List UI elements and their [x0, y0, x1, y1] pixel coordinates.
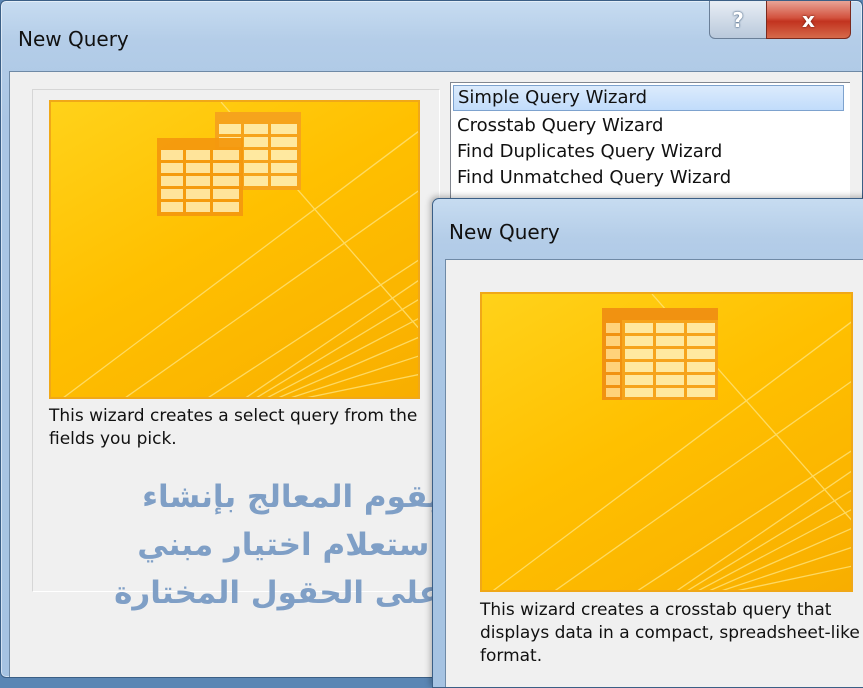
wizard-description: This wizard creates a select query from …: [49, 406, 418, 449]
arabic-line-2: استعلام اختيار مبني: [137, 527, 440, 563]
arabic-line-1: يقوم المعالج بإنشاء: [142, 479, 440, 515]
help-button[interactable]: ?: [709, 1, 767, 39]
dialog-title: New Query: [18, 27, 129, 51]
list-item-crosstab-query-wizard[interactable]: Crosstab Query Wizard: [453, 113, 663, 139]
two-tables-illustration: [63, 102, 418, 397]
preview-panel: This wizard creates a select query from …: [32, 89, 440, 611]
crosstab-table-illustration: [492, 294, 851, 590]
wizard-preview-image: [480, 292, 853, 592]
close-button[interactable]: x: [766, 1, 851, 39]
wizard-preview-image: [49, 100, 420, 399]
new-query-dialog-overlay: New Query This wizard creates a crosstab…: [432, 198, 863, 688]
list-item-find-unmatched-query-wizard[interactable]: Find Unmatched Query Wizard: [453, 165, 731, 191]
dialog-client-area: This wizard creates a crosstab query tha…: [445, 259, 863, 687]
list-item-simple-query-wizard[interactable]: Simple Query Wizard: [453, 85, 844, 111]
arabic-line-3: على الحقول المختارة: [114, 575, 440, 611]
arabic-caption: يقوم المعالج بإنشاء استعلام اختيار مبني …: [63, 473, 440, 617]
wizard-description: This wizard creates a crosstab query tha…: [480, 600, 860, 666]
dialog-title: New Query: [449, 220, 560, 244]
list-item-find-duplicates-query-wizard[interactable]: Find Duplicates Query Wizard: [453, 139, 722, 165]
